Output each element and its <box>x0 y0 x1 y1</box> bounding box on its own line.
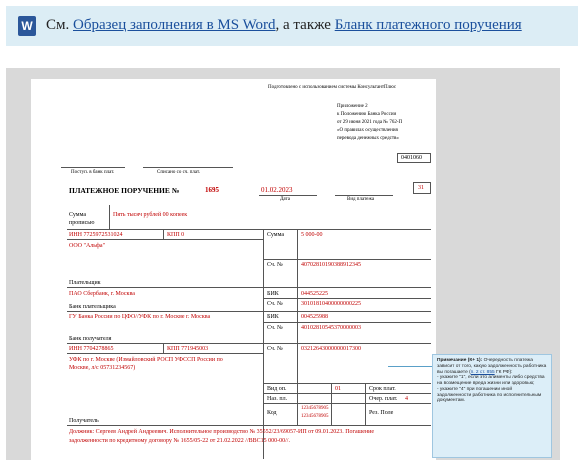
appendix-line: перевода денежных средств» <box>337 136 399 141</box>
recipient-bik: 004525988 <box>301 314 328 320</box>
payer-corr-label: Сч. № <box>267 301 283 307</box>
note-item: - укажите "4" при погашении иной задолже… <box>437 386 542 404</box>
op-type-label: Вид оп. <box>267 386 287 392</box>
payer-bik: 044525225 <box>301 291 328 297</box>
order-label: Очер. плат. <box>369 396 398 402</box>
payer-kpp: КПП 0 <box>167 232 185 238</box>
payment-purpose-line: Должник: Сергеев Андрей Андреевич. Испол… <box>69 429 375 435</box>
banner-text: См. Образец заполнения в MS Word, а такж… <box>46 17 522 34</box>
recipient-account: 03212643000000017300 <box>301 346 361 352</box>
paytype-label: Вид платежа <box>347 197 375 202</box>
info-banner: W См. Образец заполнения в MS Word, а та… <box>6 6 578 46</box>
date-label: Дата <box>280 197 290 202</box>
recipient-inn: ИНН 7704278865 <box>69 346 114 352</box>
ms-word-icon: W <box>18 16 36 36</box>
op-type-value: 01 <box>335 386 341 392</box>
recipient-account-label: Сч. № <box>267 346 283 352</box>
payment-date: 01.02.2023 <box>261 186 293 194</box>
code-value: 12345678905 <box>301 406 329 411</box>
sum-label: Сумма <box>267 232 284 238</box>
recipient-corr-label: Сч. № <box>267 325 283 331</box>
note-connector <box>388 366 432 367</box>
code-label: Код <box>267 410 277 416</box>
sample-word-link[interactable]: Образец заполнения в MS Word <box>73 17 276 33</box>
note-item: - укажите "1", если это алименты либо ср… <box>437 375 545 386</box>
code-value: 12345678905 <box>301 414 329 419</box>
consultant-note: Подготовлено с использованием системы Ко… <box>268 85 397 90</box>
payer-bik-label: БИК <box>267 291 279 297</box>
sum-words-label: Сумма <box>69 212 86 218</box>
appendix-line: Приложение 2 <box>337 104 368 109</box>
recipient-label: Получатель <box>69 418 99 424</box>
form-code: 0401060 <box>401 155 422 161</box>
sum-words-label: прописью <box>69 220 95 226</box>
note-text: ГК РФ): <box>494 369 513 375</box>
payer-inn: ИНН 7725972531024 <box>69 232 123 238</box>
order-value: 4 <box>405 396 408 402</box>
purpose-code-label: Наз. пл. <box>267 396 288 402</box>
document-title: ПЛАТЕЖНОЕ ПОРУЧЕНИЕ № <box>69 186 180 195</box>
gk-article-link[interactable]: п. 2 ст. 855 <box>471 370 495 375</box>
recipient-bik-label: БИК <box>267 314 279 320</box>
note-callout: Примечание (К+ 1): Очередность платежа з… <box>432 354 552 458</box>
recipient-bank-label: Банк получателя <box>69 336 112 342</box>
payer-bank-label: Банк плательщика <box>69 304 116 310</box>
appendix-line: «О правилах осуществления <box>337 128 398 133</box>
payer-account-label: Сч. № <box>267 262 283 268</box>
blank-form-link[interactable]: Бланк платежного поручения <box>335 17 522 33</box>
status-code: 31 <box>418 185 424 191</box>
debited-label: Списано со сч. плат. <box>157 170 201 175</box>
recipient-corr-account: 40102810545370000003 <box>301 325 361 331</box>
reserve-label: Рез. Поле <box>369 410 394 416</box>
appendix-line: от 29 июня 2021 года № 762-П <box>337 120 403 125</box>
payer-bank: ПАО Сбербанк, г. Москва <box>69 291 135 297</box>
recipient-bank: ГУ Банка России по ЦФО//УФК по г. Москве… <box>69 314 211 320</box>
deadline-label: Срок плат. <box>369 386 396 392</box>
payment-number: 1695 <box>205 186 219 194</box>
recipient-kpp: КПП 771945003 <box>167 346 209 352</box>
payer-corr-account: 30101810400000000225 <box>301 301 361 307</box>
appendix-line: к Положению Банка России <box>337 112 397 117</box>
sum-in-words: Пять тысяч рублей 00 копеек <box>113 212 188 218</box>
note-title: Примечание (К+ 1): <box>437 358 483 363</box>
payer-name: ООО "Альфа" <box>69 243 106 249</box>
payer-label: Плательщик <box>69 280 101 286</box>
banner-prefix: См. <box>46 17 70 33</box>
banner-middle: , а также <box>275 17 331 33</box>
sum-value: 5 000-00 <box>301 232 323 238</box>
received-label: Поступ. в банк плат. <box>71 170 115 175</box>
payment-order-document: Подготовлено с использованием системы Ко… <box>31 79 436 460</box>
recipient-name-line: Москве, л/с 05731234567) <box>69 365 136 371</box>
payment-purpose-line: задолженности по кредитному договору № 1… <box>69 438 290 444</box>
payer-account: 40702810190388912345 <box>301 262 361 268</box>
recipient-name-line: УФК по г. Москве (Измайловский РОСП УФСС… <box>69 357 223 363</box>
